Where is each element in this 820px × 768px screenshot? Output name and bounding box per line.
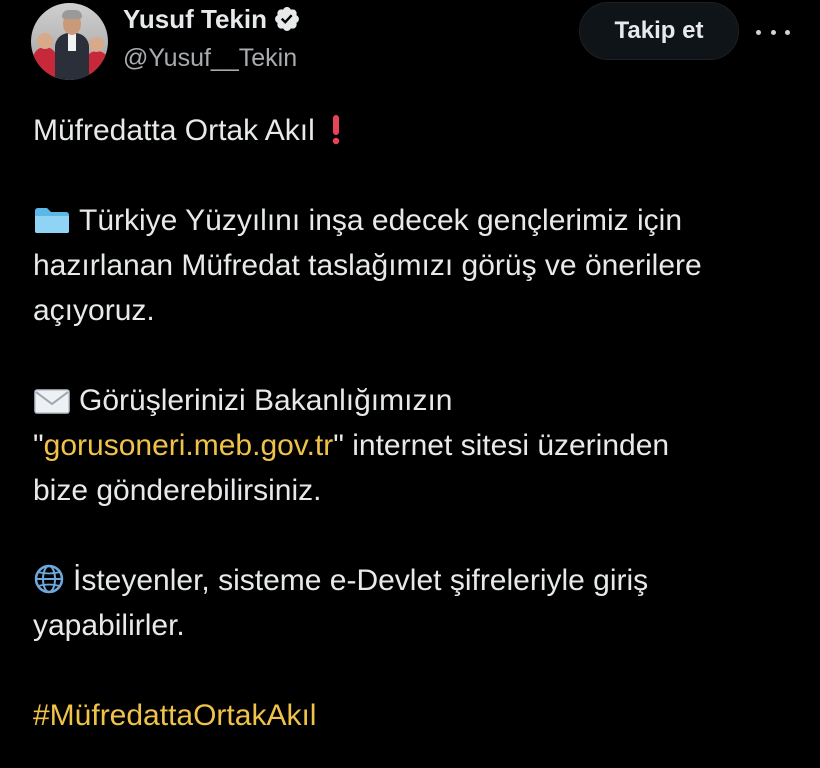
- paragraph-3-line-1: İsteyenler, sisteme e-Devlet şifreleriyl…: [33, 558, 793, 603]
- verified-badge-icon: [273, 5, 301, 33]
- folder-icon: [33, 203, 71, 248]
- paragraph-2-line-2: "gorusoneri.meb.gov.tr" internet sitesi …: [33, 423, 793, 468]
- tweet: Yusuf Tekin @Yusuf__Tekin Takip et Müfre…: [0, 0, 820, 768]
- author-display-name[interactable]: Yusuf Tekin: [123, 4, 267, 35]
- avatar-figure-2-head: [89, 37, 104, 52]
- post-title: Müfredatta Ortak Akıl: [33, 114, 315, 147]
- paragraph-1-text-2: hazırlanan Müfredat taslağımızı görüş ve…: [33, 249, 702, 282]
- paragraph-2-line-1: Görüşlerinizi Bakanlığımızın: [33, 378, 793, 423]
- more-dot: [756, 29, 761, 35]
- hashtag-line: #MüfredattaOrtakAkıl: [33, 693, 793, 738]
- quote-mark: ": [33, 429, 44, 462]
- more-options-icon[interactable]: [756, 20, 790, 44]
- avatar[interactable]: [31, 3, 108, 80]
- avatar-person-shirt: [68, 33, 76, 51]
- author-name-row[interactable]: Yusuf Tekin: [123, 4, 301, 34]
- paragraph-2-text-1: Görüşlerinizi Bakanlığımızın: [79, 384, 453, 417]
- globe-icon: [33, 563, 65, 608]
- tweet-text: Müfredatta Ortak Akıl Türkiye Yüzyılını …: [33, 108, 793, 738]
- more-dot: [770, 29, 776, 35]
- red-exclamation-icon: [331, 114, 341, 159]
- paragraph-1-line-1: Türkiye Yüzyılını inşa edecek gençlerimi…: [33, 198, 793, 243]
- avatar-figure-head: [37, 33, 53, 49]
- avatar-figure: [33, 47, 57, 80]
- paragraph-3-text-1: İsteyenler, sisteme e-Devlet şifreleriyl…: [73, 564, 649, 597]
- more-dot: [785, 29, 790, 35]
- envelope-icon: [33, 383, 71, 428]
- author-handle[interactable]: @Yusuf__Tekin: [123, 44, 297, 73]
- website-link[interactable]: gorusoneri.meb.gov.tr: [44, 429, 334, 462]
- paragraph-1-text-3: açıyoruz.: [33, 294, 155, 327]
- post-title-line: Müfredatta Ortak Akıl: [33, 108, 793, 153]
- paragraph-2-text-2: " internet sitesi üzerinden: [333, 429, 670, 462]
- follow-button[interactable]: Takip et: [579, 2, 739, 60]
- paragraph-3-text-2: yapabilirler.: [33, 609, 185, 642]
- paragraph-1-text-1: Türkiye Yüzyılını inşa edecek gençlerimi…: [79, 204, 683, 237]
- paragraph-2-text-3: bize gönderebilirsiniz.: [33, 474, 322, 507]
- avatar-person-hair: [62, 10, 82, 19]
- hashtag-link[interactable]: #MüfredattaOrtakAkıl: [33, 699, 316, 732]
